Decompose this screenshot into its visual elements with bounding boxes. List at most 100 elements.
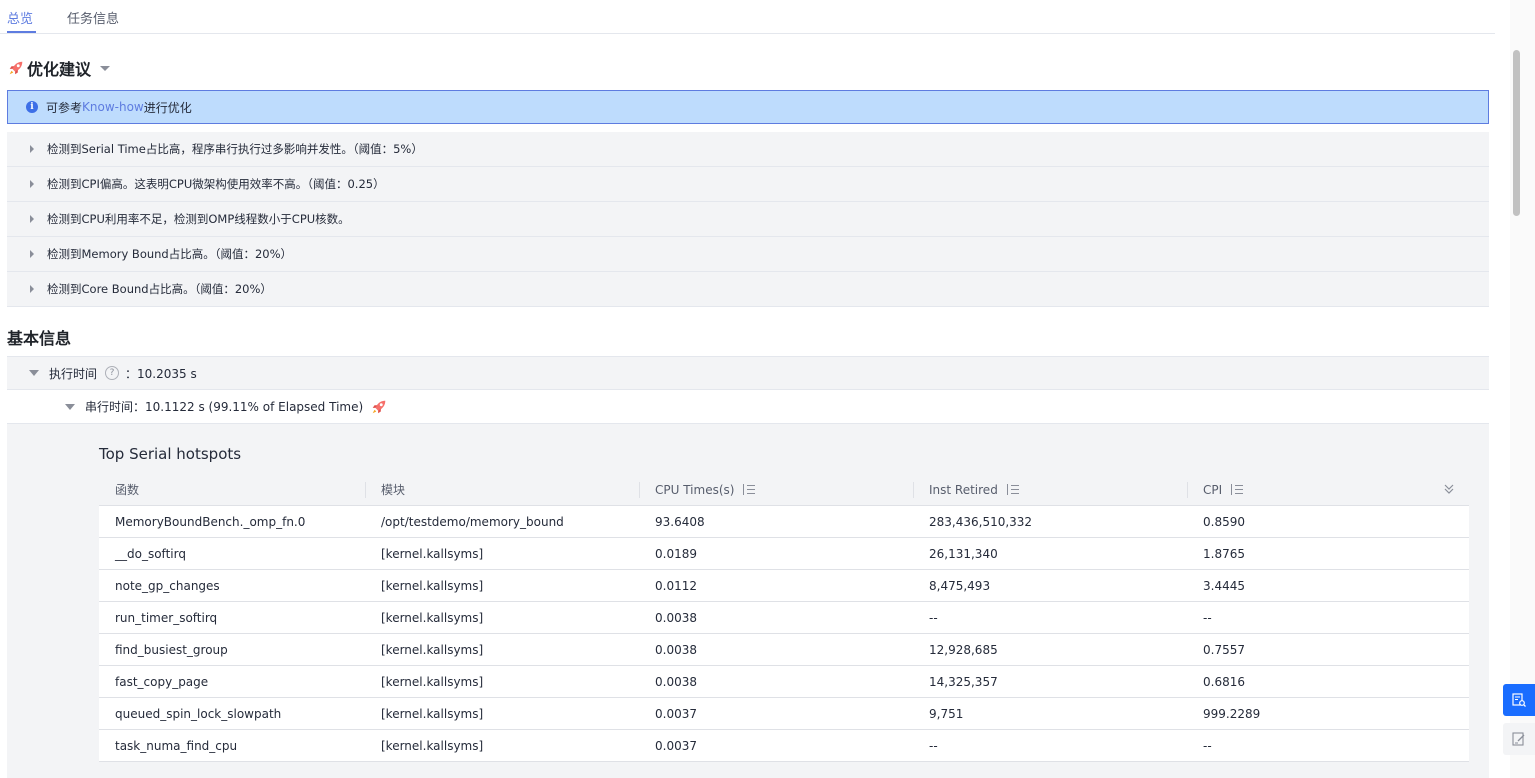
sort-icon[interactable] bbox=[1229, 483, 1245, 496]
cell-inst-retired: 26,131,340 bbox=[929, 546, 998, 561]
cell-module: [kernel.kallsyms] bbox=[381, 738, 484, 753]
cell-function: queued_spin_lock_slowpath bbox=[115, 706, 282, 721]
cell-module: /opt/testdemo/memory_bound bbox=[381, 514, 564, 529]
cell-cpi: 0.7557 bbox=[1203, 642, 1245, 657]
table-row[interactable]: queued_spin_lock_slowpath [kernel.kallsym… bbox=[99, 698, 1469, 730]
column-header-cpi[interactable]: CPI bbox=[1187, 474, 1469, 505]
cell-function: find_busiest_group bbox=[115, 642, 228, 657]
cell-cpu-times: 0.0037 bbox=[655, 706, 697, 721]
cell-inst-retired: 14,325,357 bbox=[929, 674, 998, 689]
suggestion-item[interactable]: 检测到Core Bound占比高。（阈值：20%） bbox=[7, 272, 1489, 307]
suggestion-text: 检测到Core Bound占比高。（阈值：20%） bbox=[47, 282, 272, 296]
table-body: MemoryBoundBench._omp_fn.0/opt/testdemo/… bbox=[99, 506, 1469, 762]
suggestion-item[interactable]: 检测到Memory Bound占比高。（阈值：20%） bbox=[7, 237, 1489, 272]
hotspots-title: Top Serial hotspots bbox=[99, 445, 242, 463]
cell-module: [kernel.kallsyms] bbox=[381, 642, 484, 657]
table-row[interactable]: fast_copy_page [kernel.kallsyms] 0.0038 14,… bbox=[99, 666, 1469, 698]
optimization-title: 优化建议 bbox=[27, 60, 92, 79]
cell-cpu-times: 0.0038 bbox=[655, 674, 697, 689]
cell-module: [kernel.kallsyms] bbox=[381, 706, 484, 721]
page-scrollbar[interactable] bbox=[1510, 0, 1535, 778]
table-row[interactable]: run_timer_softirq [kernel.kallsyms] 0.0038… bbox=[99, 602, 1469, 634]
hotspots-panel: Top Serial hotspots 函数 模块 CPU Times(s) I… bbox=[7, 424, 1489, 778]
cell-inst-retired: 9,751 bbox=[929, 706, 964, 721]
active-tab-indicator bbox=[7, 31, 36, 33]
basic-info-title: 基本信息 bbox=[7, 329, 72, 348]
suggestion-text: 检测到CPI偏高。这表明CPU微架构使用效率不高。（阈值：0.25） bbox=[47, 177, 385, 191]
caret-right-icon bbox=[30, 250, 34, 258]
cell-cpu-times: 0.0189 bbox=[655, 546, 697, 561]
serial-time-row: 串行时间： 10.1122 s (99.11% of Elapsed Time) bbox=[7, 390, 1489, 424]
cell-function: note_gp_changes bbox=[115, 578, 220, 593]
scrollbar-thumb[interactable] bbox=[1513, 50, 1520, 216]
cell-cpu-times: 0.0038 bbox=[655, 642, 697, 657]
cell-cpi: 0.8590 bbox=[1203, 514, 1245, 529]
cell-module: [kernel.kallsyms] bbox=[381, 674, 484, 689]
suggestion-text: 检测到Serial Time占比高，程序串行执行过多影响并发性。（阈值：5%） bbox=[47, 142, 423, 156]
table-row[interactable]: __do_softirq [kernel.kallsyms] 0.0189 26,13… bbox=[99, 538, 1469, 570]
suggestion-text: 检测到Memory Bound占比高。（阈值：20%） bbox=[47, 247, 293, 261]
column-label: Inst Retired bbox=[929, 482, 998, 497]
suggestion-text: 检测到CPU利用率不足，检测到OMP线程数小于CPU核数。 bbox=[47, 212, 350, 226]
chevrons-down-icon[interactable] bbox=[1443, 483, 1455, 495]
tab-task-info[interactable]: 任务信息 bbox=[67, 8, 119, 27]
rocket-icon[interactable] bbox=[370, 398, 388, 416]
table-row[interactable]: task_numa_find_cpu [kernel.kallsyms] 0.003… bbox=[99, 730, 1469, 762]
tab-overview[interactable]: 总览 bbox=[7, 8, 33, 27]
column-label: CPU Times(s) bbox=[655, 482, 735, 497]
table-row[interactable]: find_busiest_group [kernel.kallsyms] 0.003… bbox=[99, 634, 1469, 666]
cell-module: [kernel.kallsyms] bbox=[381, 610, 484, 625]
exec-time-value: ：10.2035 s bbox=[125, 366, 197, 381]
cell-cpi: 0.6816 bbox=[1203, 674, 1245, 689]
cell-module: [kernel.kallsyms] bbox=[381, 546, 484, 561]
cell-cpi: -- bbox=[1203, 610, 1212, 625]
cell-cpu-times: 0.0112 bbox=[655, 578, 697, 593]
column-header-inst-retired[interactable]: Inst Retired bbox=[913, 474, 1187, 505]
column-label: 函数 bbox=[115, 483, 140, 497]
cell-module: [kernel.kallsyms] bbox=[381, 578, 484, 593]
serial-time-value: 10.1122 s (99.11% of Elapsed Time) bbox=[145, 399, 364, 414]
rocket-icon bbox=[9, 61, 23, 75]
suggestion-item[interactable]: 检测到CPU利用率不足，检测到OMP线程数小于CPU核数。 bbox=[7, 202, 1489, 237]
feedback-button[interactable] bbox=[1503, 723, 1535, 755]
caret-right-icon bbox=[30, 215, 34, 223]
cell-cpi: 1.8765 bbox=[1203, 546, 1245, 561]
cell-cpi: 999.2289 bbox=[1203, 706, 1261, 721]
hotspots-table: 函数 模块 CPU Times(s) Inst Retired CPI Memo… bbox=[99, 474, 1469, 762]
suggestion-item[interactable]: 检测到Serial Time占比高，程序串行执行过多影响并发性。（阈值：5%） bbox=[7, 132, 1489, 167]
table-row[interactable]: note_gp_changes [kernel.kallsyms] 0.0112 8,… bbox=[99, 570, 1469, 602]
column-header-module: 模块 bbox=[365, 474, 639, 505]
suggestion-list: 检测到Serial Time占比高，程序串行执行过多影响并发性。（阈值：5%） … bbox=[7, 132, 1489, 307]
collapse-icon[interactable] bbox=[29, 370, 39, 376]
exec-time-row: 执行时间 ? ：10.2035 s bbox=[7, 356, 1489, 390]
column-header-function: 函数 bbox=[99, 474, 365, 505]
analyze-button[interactable] bbox=[1503, 684, 1535, 716]
caret-right-icon bbox=[30, 180, 34, 188]
cell-function: __do_softirq bbox=[115, 546, 186, 561]
caret-right-icon bbox=[30, 145, 34, 153]
suggestion-item[interactable]: 检测到CPI偏高。这表明CPU微架构使用效率不高。（阈值：0.25） bbox=[7, 167, 1489, 202]
help-icon[interactable]: ? bbox=[105, 366, 120, 380]
tab-bar: 总览 任务信息 bbox=[0, 0, 1495, 34]
know-how-link[interactable]: Know-how bbox=[82, 100, 144, 114]
banner-prefix: 可参考 bbox=[46, 100, 83, 115]
cell-function: fast_copy_page bbox=[115, 674, 209, 689]
serial-time-label: 串行时间： bbox=[85, 400, 146, 414]
cell-function: task_numa_find_cpu bbox=[115, 738, 238, 753]
table-row[interactable]: MemoryBoundBench._omp_fn.0/opt/testdemo/… bbox=[99, 506, 1469, 538]
sort-icon[interactable] bbox=[741, 483, 757, 496]
cell-cpi: -- bbox=[1203, 738, 1212, 753]
optimization-header[interactable]: 优化建议 bbox=[7, 56, 111, 80]
cell-inst-retired: 8,475,493 bbox=[929, 578, 991, 593]
column-label: CPI bbox=[1203, 482, 1223, 497]
cell-function: MemoryBoundBench._omp_fn.0 bbox=[115, 514, 306, 529]
edit-document-icon bbox=[1512, 732, 1525, 746]
banner-suffix: 进行优化 bbox=[143, 100, 192, 115]
sort-icon[interactable] bbox=[1005, 483, 1021, 496]
chevron-down-icon[interactable] bbox=[100, 65, 111, 71]
exec-time-label: 执行时间 bbox=[49, 366, 98, 381]
info-icon: i bbox=[26, 101, 38, 113]
column-header-cpu-times[interactable]: CPU Times(s) bbox=[639, 474, 913, 505]
collapse-icon[interactable] bbox=[65, 403, 75, 410]
basic-info-header: 基本信息 bbox=[7, 325, 71, 349]
